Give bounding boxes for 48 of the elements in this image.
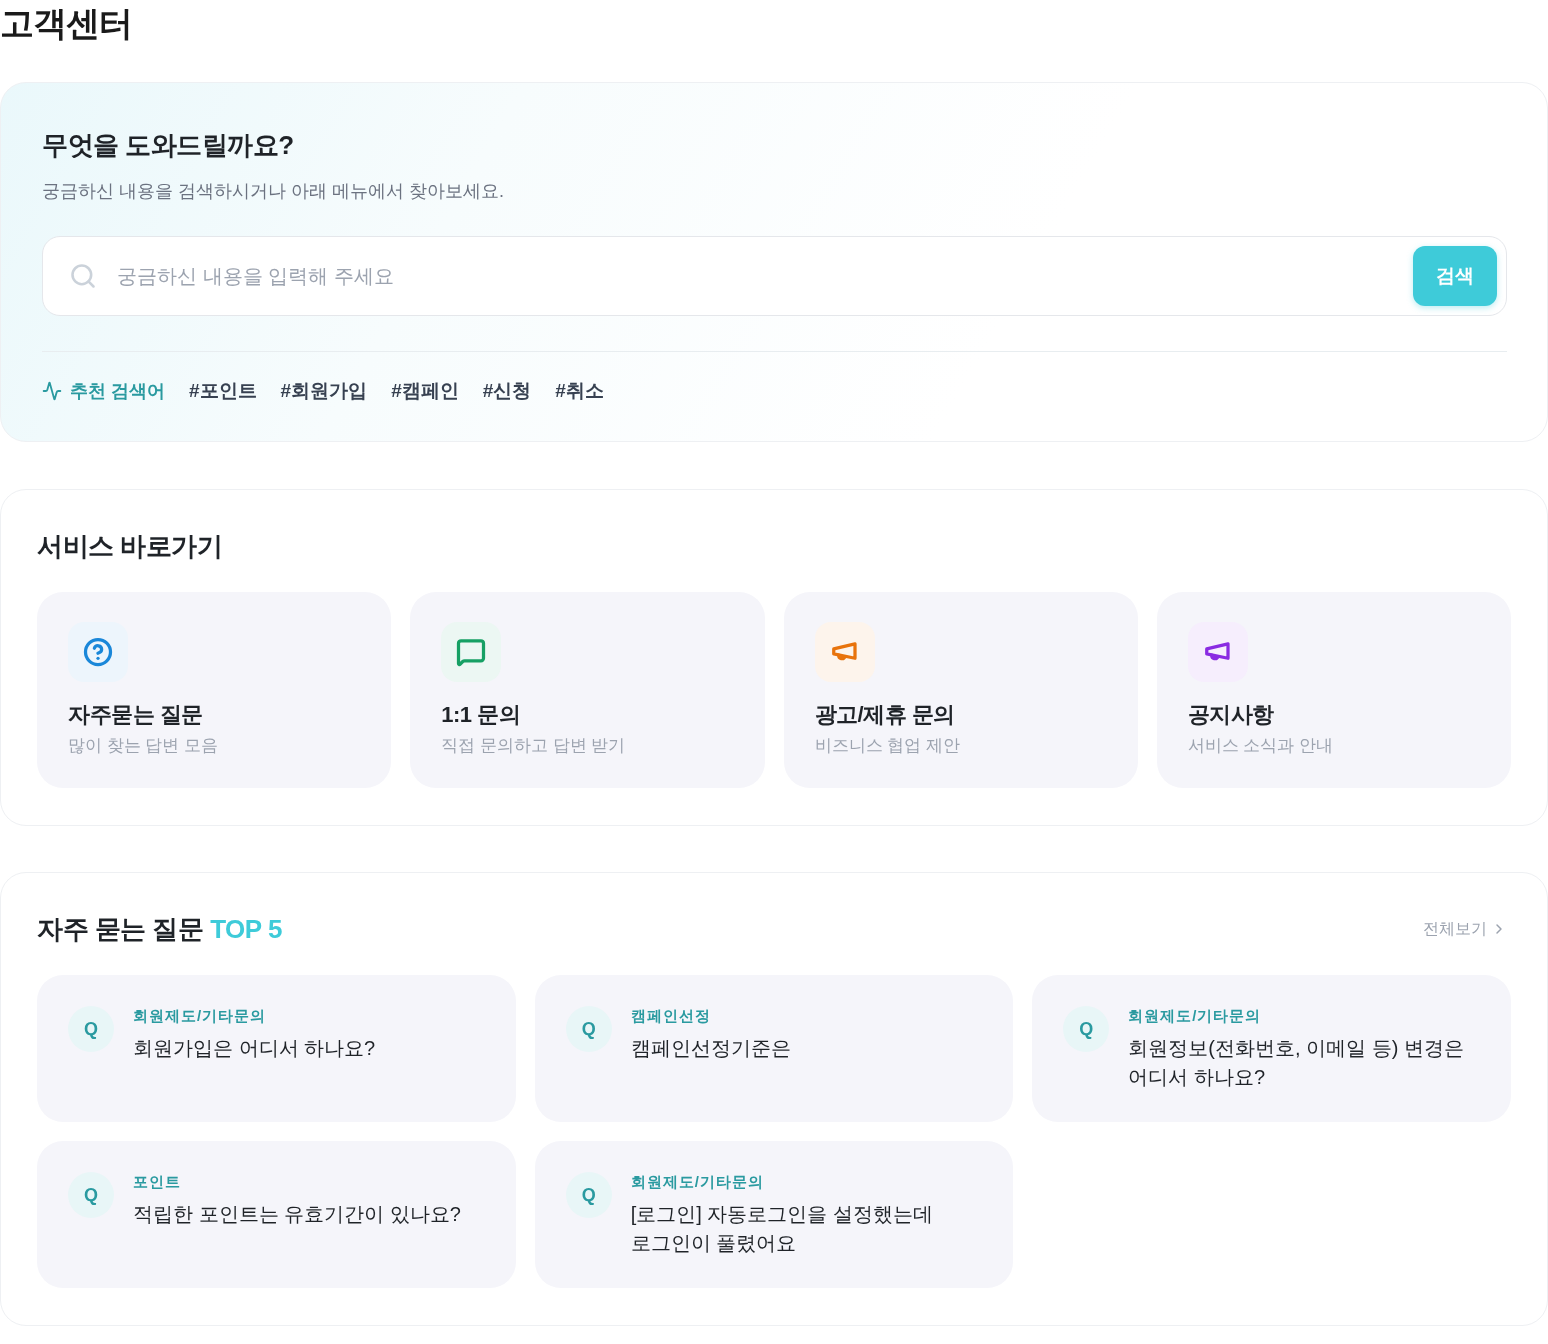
search-icon [69, 262, 97, 290]
keyword-tag[interactable]: #신청 [482, 378, 532, 404]
shortcut-card[interactable]: 광고/제휴 문의 비즈니스 협업 제안 [783, 592, 1138, 788]
shortcut-subtitle: 많이 찾는 답변 모음 [68, 735, 219, 757]
faq-category: 회원제도/기타문의 [1128, 1006, 1262, 1026]
question-badge: Q [68, 1172, 114, 1218]
pulse-line-icon [42, 381, 62, 401]
faq-category: 회원제도/기타문의 [133, 1006, 267, 1026]
keyword-tag[interactable]: #회원가입 [280, 378, 368, 404]
panel-title: 무엇을 도와드릴까요? [42, 129, 295, 162]
question-badge: Q [565, 1006, 612, 1052]
shortcut-subtitle: 비즈니스 협업 제안 [814, 735, 960, 757]
faq-question: 캠페인선정기준은 [630, 1036, 791, 1061]
shortcut-card[interactable]: 공지사항 서비스 소식과 안내 [1156, 592, 1511, 788]
panel-subtitle: 궁금하신 내용을 검색하시거나 아래 메뉴에서 찾아보세요. [42, 180, 504, 203]
faq-question: 회원가입은 어디서 하나요? [133, 1036, 376, 1061]
faq-category: 회원제도/기타문의 [630, 1172, 764, 1192]
speech-bubble-icon [441, 622, 502, 682]
faq-card[interactable]: Q 캠페인선정 캠페인선정기준은 [534, 975, 1014, 1122]
panel-title: 자주 묻는 질문 TOP 5 [37, 913, 282, 946]
shortcut-title: 1:1 문의 [441, 701, 521, 729]
shortcut-subtitle: 서비스 소식과 안내 [1187, 735, 1334, 757]
faq-question: 회원정보(전화번호, 이메일 등) 변경은 어디서 하나요? [1128, 1036, 1465, 1090]
shortcut-title: 자주묻는 질문 [68, 701, 203, 729]
question-badge: Q [1063, 1006, 1110, 1052]
faq-category: 포인트 [133, 1172, 181, 1192]
megaphone-icon [1187, 622, 1248, 682]
megaphone-icon [814, 622, 875, 682]
page-title: 고객센터 [0, 3, 133, 44]
faq-question: [로그인] 자동로그인을 설정했는데 로그인이 풀렸어요 [630, 1202, 934, 1256]
shortcut-subtitle: 직접 문의하고 답변 받기 [441, 735, 626, 757]
panel-title: 서비스 바로가기 [37, 530, 224, 563]
faq-card[interactable]: Q 포인트 적립한 포인트는 유효기간이 있나요? [37, 1141, 516, 1288]
faq-card[interactable]: Q 회원제도/기타문의 회원가입은 어디서 하나요? [37, 975, 516, 1122]
faq-question: 적립한 포인트는 유효기간이 있나요? [133, 1202, 461, 1227]
faq-card[interactable]: Q 회원제도/기타문의 회원정보(전화번호, 이메일 등) 변경은 어디서 하나요? [1032, 975, 1511, 1122]
keyword-tag[interactable]: #취소 [555, 378, 604, 404]
shortcut-card[interactable]: 1:1 문의 직접 문의하고 답변 받기 [410, 592, 765, 788]
shortcut-card[interactable]: 자주묻는 질문 많이 찾는 답변 모음 [37, 592, 392, 788]
keyword-tag[interactable]: #캠페인 [391, 378, 459, 404]
faq-card[interactable]: Q 회원제도/기타문의 [로그인] 자동로그인을 설정했는데 로그인이 풀렸어요 [534, 1141, 1014, 1288]
recommended-label: 추천 검색어 [70, 380, 165, 403]
question-badge: Q [565, 1172, 612, 1218]
shortcut-title: 공지사항 [1187, 701, 1274, 729]
question-badge: Q [68, 1006, 114, 1052]
keyword-tag[interactable]: #포인트 [189, 378, 257, 404]
shortcut-title: 광고/제휴 문의 [814, 701, 955, 729]
faq-category: 캠페인선정 [630, 1006, 711, 1026]
